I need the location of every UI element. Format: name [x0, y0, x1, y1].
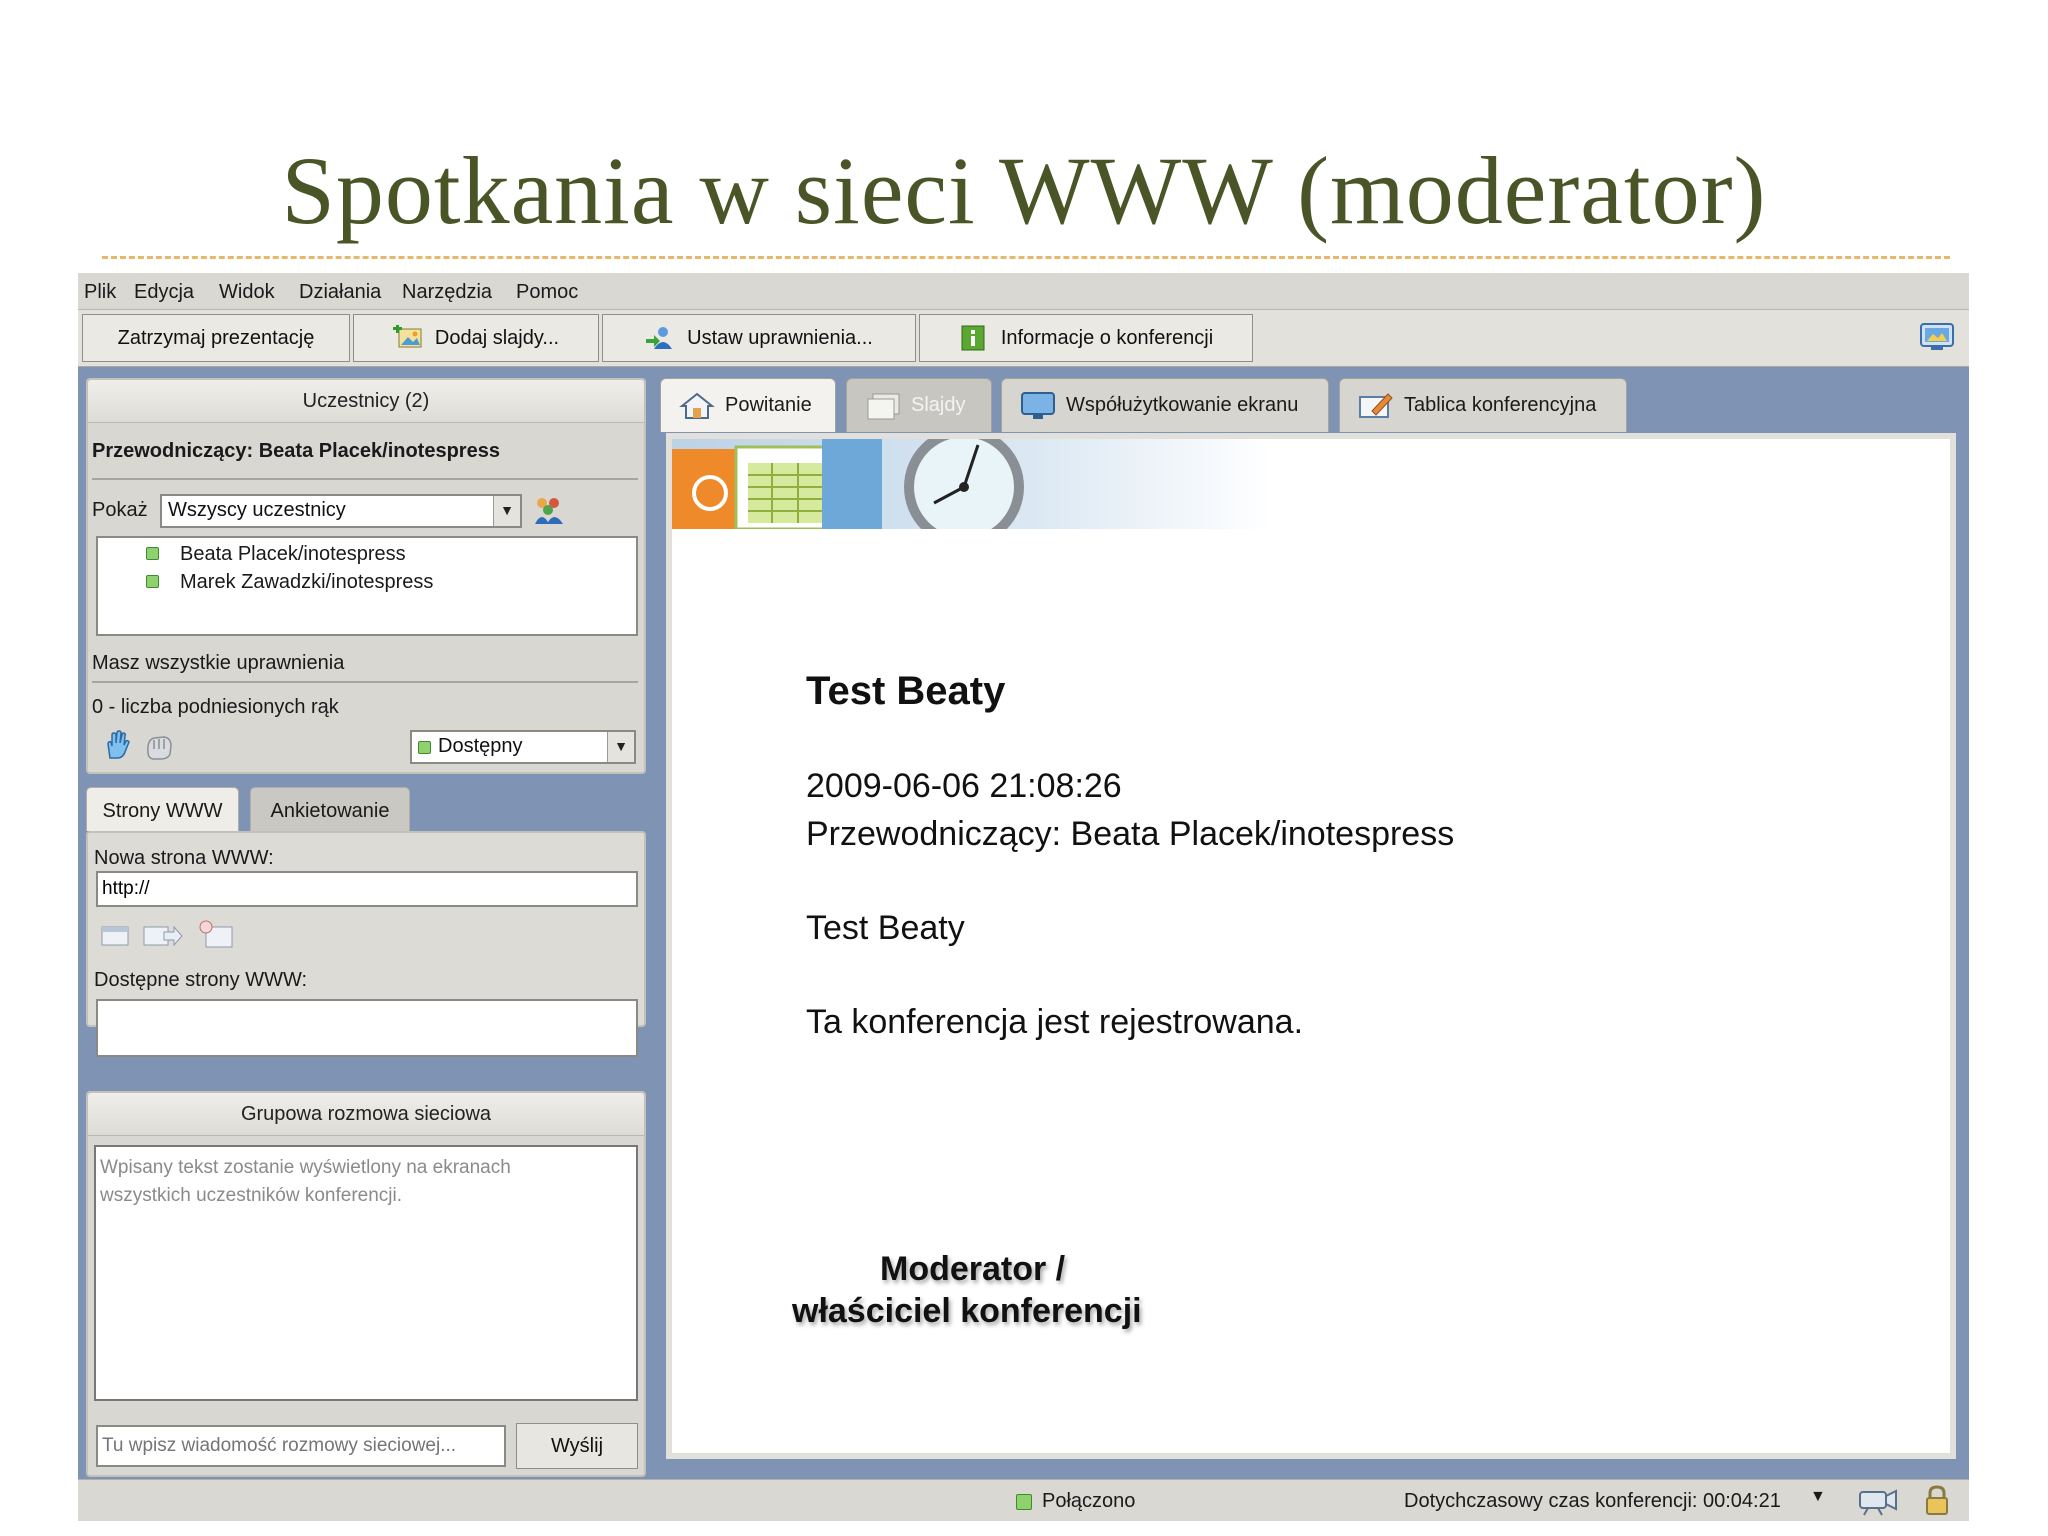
- raised-hands-text: 0 - liczba podniesionych rąk: [92, 696, 339, 718]
- camera-icon[interactable]: [1856, 1486, 1898, 1516]
- info-icon: [961, 325, 985, 351]
- tab-polling-label: Ankietowanie: [270, 800, 390, 822]
- welcome-title: Test Beaty: [806, 669, 1006, 713]
- url-input[interactable]: [96, 871, 638, 907]
- chairperson-label: Przewodniczący: Beata Placek/inotespress: [92, 440, 500, 462]
- welcome-banner-image: [672, 439, 1024, 529]
- welcome-chair: Przewodniczący: Beata Placek/inotespress: [806, 815, 1455, 853]
- set-permissions-button[interactable]: Ustaw uprawnienia...: [602, 314, 916, 362]
- available-web-pages-list[interactable]: [96, 999, 638, 1057]
- menu-bar: Plik Edycja Widok Działania Narzędzia Po…: [78, 273, 1969, 310]
- lock-icon: [1926, 1485, 1948, 1515]
- slides-icon: [867, 393, 900, 419]
- connection-status: Połączono: [1042, 1490, 1136, 1512]
- list-item[interactable]: Marek Zawadzki/inotespress: [98, 570, 636, 596]
- share-page-icon[interactable]: [198, 919, 234, 949]
- send-page-icon[interactable]: [142, 923, 184, 949]
- menu-dzialania[interactable]: Działania: [299, 273, 381, 309]
- chevron-down-icon[interactable]: ▼: [607, 732, 634, 762]
- tab-screen-sharing[interactable]: Współużytkowanie ekranu: [1001, 378, 1329, 432]
- web-pages-panel: Nowa strona WWW: Dostępne strony WWW:: [86, 831, 646, 1057]
- status-select[interactable]: Dostępny ▼: [410, 730, 636, 764]
- add-image-icon: [392, 325, 422, 348]
- tab-slides-label: Slajdy: [911, 394, 966, 416]
- set-permissions-label: Ustaw uprawnienia...: [687, 326, 873, 349]
- list-item[interactable]: Beata Placek/inotespress: [98, 542, 636, 568]
- conference-time: Dotychczasowy czas konferencji: 00:04:21: [1404, 1490, 1781, 1512]
- connected-status-icon: [1016, 1494, 1032, 1510]
- conference-info-label: Informacje o konferencji: [1000, 326, 1214, 349]
- stop-presentation-label: Zatrzymaj prezentację: [117, 326, 315, 349]
- menu-narzedzia[interactable]: Narzędzia: [402, 273, 492, 309]
- available-status-icon: [418, 741, 431, 754]
- chevron-down-icon[interactable]: ▼: [493, 496, 520, 526]
- divider: [92, 681, 638, 683]
- time-menu-chevron-down-icon[interactable]: ▼: [1810, 1488, 1826, 1506]
- tab-polling[interactable]: Ankietowanie: [250, 787, 410, 831]
- new-web-page-label: Nowa strona WWW:: [94, 847, 274, 869]
- participant-name: Beata Placek/inotespress: [180, 543, 406, 565]
- participants-header: Uczestnicy (2): [88, 380, 644, 423]
- participant-filter-select[interactable]: Wszyscy uczestnicy ▼: [160, 494, 522, 528]
- available-web-pages-label: Dostępne strony WWW:: [94, 969, 308, 991]
- participant-list: Beata Placek/inotespress Marek Zawadzki/…: [96, 536, 638, 636]
- welcome-banner: [672, 439, 1272, 529]
- slide-title: Spotkania w sieci WWW (moderator): [281, 137, 1767, 244]
- tab-welcome-label: Powitanie: [725, 394, 812, 416]
- screen-view-icon[interactable]: [1919, 322, 1955, 352]
- recording-notice: Ta konferencja jest rejestrowana.: [806, 1003, 1304, 1041]
- whiteboard-icon: [1359, 392, 1393, 418]
- chat-transcript[interactable]: Wpisany tekst zostanie wyświetlony na ek…: [94, 1145, 638, 1401]
- group-chat-header: Grupowa rozmowa sieciowa: [88, 1093, 644, 1136]
- status-value: Dostępny: [438, 735, 523, 757]
- menu-plik[interactable]: Plik: [84, 273, 116, 309]
- chat-hint-line: Wpisany tekst zostanie wyświetlony na ek…: [100, 1157, 511, 1178]
- send-button[interactable]: Wyślij: [516, 1423, 638, 1469]
- welcome-datetime: 2009-06-06 21:08:26: [806, 767, 1122, 805]
- annotation-line-2: właściciel konferencji: [792, 1292, 1142, 1330]
- add-slides-label: Dodaj slajdy...: [434, 326, 560, 349]
- add-slides-button[interactable]: Dodaj slajdy...: [353, 314, 599, 362]
- send-label: Wyślij: [550, 1434, 604, 1457]
- tab-web-pages-label: Strony WWW: [102, 800, 223, 822]
- welcome-subtitle: Test Beaty: [806, 909, 965, 947]
- title-divider: [102, 256, 1950, 259]
- participants-panel: Uczestnicy (2) Przewodniczący: Beata Pla…: [86, 378, 646, 774]
- home-icon: [679, 392, 715, 419]
- page-icon[interactable]: [100, 923, 130, 949]
- lower-hand-icon[interactable]: [144, 732, 174, 760]
- permissions-text: Masz wszystkie uprawnienia: [92, 652, 345, 674]
- tab-welcome[interactable]: Powitanie: [660, 378, 836, 432]
- group-users-icon[interactable]: [532, 494, 566, 526]
- tab-whiteboard-label: Tablica konferencyjna: [1404, 394, 1597, 416]
- raise-hand-icon[interactable]: [102, 730, 132, 760]
- sametime-window: Plik Edycja Widok Działania Narzędzia Po…: [78, 273, 1969, 1521]
- annotation-line-1: Moderator /: [880, 1250, 1066, 1288]
- tab-slides[interactable]: Slajdy: [846, 378, 992, 432]
- users-permissions-icon: [646, 327, 673, 349]
- status-bar: Połączono Dotychczasowy czas konferencji…: [78, 1479, 1969, 1521]
- menu-widok[interactable]: Widok: [219, 273, 275, 309]
- tab-screen-sharing-label: Współużytkowanie ekranu: [1066, 394, 1299, 416]
- toolbar: Zatrzymaj prezentację Dodaj slajdy... Us…: [78, 310, 1969, 367]
- tab-whiteboard[interactable]: Tablica konferencyjna: [1339, 378, 1627, 432]
- chat-hint-line: wszystkich uczestników konferencji.: [100, 1185, 402, 1206]
- participant-name: Marek Zawadzki/inotespress: [180, 571, 434, 593]
- participant-filter-value: Wszyscy uczestnicy: [168, 499, 346, 521]
- group-chat-panel: Grupowa rozmowa sieciowa Wpisany tekst z…: [86, 1091, 646, 1477]
- available-status-icon: [146, 547, 159, 560]
- conference-info-button[interactable]: Informacje o konferencji: [919, 314, 1253, 362]
- menu-edycja[interactable]: Edycja: [134, 273, 194, 309]
- available-status-icon: [146, 575, 159, 588]
- show-label: Pokaż: [92, 499, 148, 521]
- stop-presentation-button[interactable]: Zatrzymaj prezentację: [82, 314, 350, 362]
- monitor-icon: [1021, 391, 1055, 419]
- divider: [92, 478, 638, 480]
- chat-message-input[interactable]: [96, 1425, 506, 1467]
- menu-pomoc[interactable]: Pomoc: [516, 273, 578, 309]
- tab-web-pages[interactable]: Strony WWW: [86, 787, 239, 831]
